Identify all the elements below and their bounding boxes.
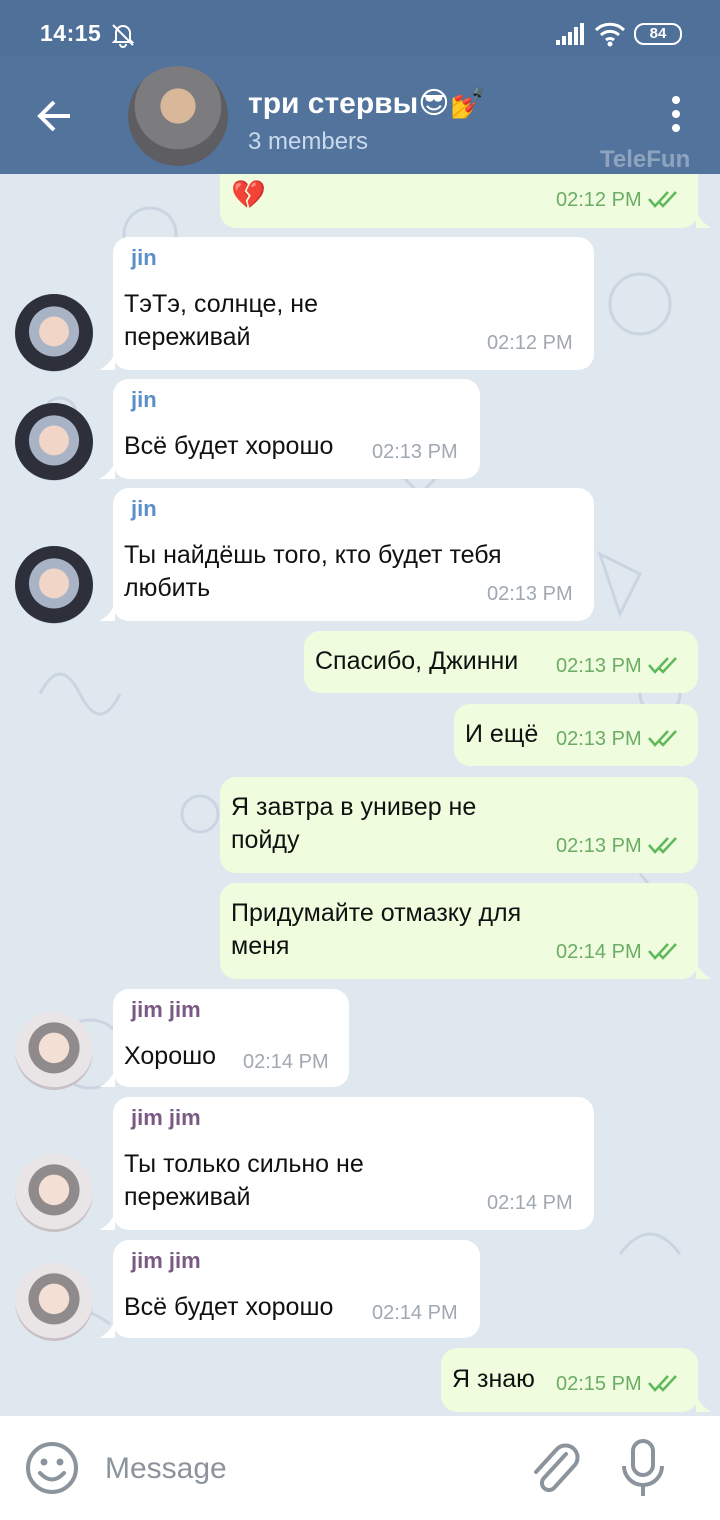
message-bubble-incoming[interactable]: jim jim Ты только сильно не переживай 02… (113, 1097, 594, 1230)
message-text-line: Ты найдёшь того, кто будет тебя (124, 541, 502, 569)
status-time: 14:15 (40, 20, 102, 46)
message-bubble-outgoing[interactable]: 💔 02:12 PM (220, 174, 698, 228)
message-text-line: Я знаю (452, 1365, 535, 1393)
double-check-icon (647, 837, 677, 854)
message-text-line: ТэТэ, солнце, не (124, 290, 319, 318)
message-time: 02:14 PM (556, 941, 680, 964)
message-sender: jim jim (131, 997, 201, 1022)
message-bubble-incoming[interactable]: jin Всё будет хорошо 02:13 PM (113, 379, 480, 479)
message-text-line: переживай (124, 323, 251, 351)
message-time: 02:13 PM (372, 441, 458, 463)
message-time: 02:13 PM (556, 728, 680, 751)
double-check-icon (647, 943, 677, 960)
message-time: 02:13 PM (487, 583, 573, 605)
watermark: TeleFun (600, 146, 691, 173)
message-time: 02:13 PM (556, 835, 680, 858)
more-vert-icon[interactable] (664, 94, 688, 134)
bubble-tail (99, 1212, 115, 1230)
bubble-tail (99, 1320, 115, 1338)
message-bubble-incoming[interactable]: jim jim Всё будет хорошо 02:14 PM (113, 1240, 480, 1338)
message-text-line: Спасибо, Джинни (315, 647, 519, 675)
bell-off-icon (111, 24, 135, 48)
message-text-line: И ещё (465, 720, 539, 748)
message-bubble-outgoing[interactable]: Придумайте отмазку для меня 02:14 PM (220, 883, 698, 979)
paperclip-icon[interactable] (526, 1438, 582, 1498)
message-time: 02:13 PM (556, 655, 680, 678)
avatar-jin[interactable] (15, 546, 93, 624)
bubble-tail (99, 461, 115, 479)
message-text-line: Всё будет хорошо (124, 1293, 334, 1321)
message-input[interactable]: Message (105, 1452, 227, 1486)
avatar-jin[interactable] (15, 294, 93, 372)
message-bubble-incoming[interactable]: jim jim Хорошо 02:14 PM (113, 989, 349, 1087)
avatar-jim[interactable] (15, 1263, 93, 1341)
avatar-jim[interactable] (15, 1012, 93, 1090)
message-sender: jim jim (131, 1248, 201, 1273)
message-bubble-incoming[interactable]: jin ТэТэ, солнце, не переживай 02:12 PM (113, 237, 594, 370)
bubble-tail (696, 1394, 712, 1412)
message-text-line: Придумайте отмазку для (231, 899, 522, 927)
message-sender: jin (131, 496, 157, 521)
message-sender: jim jim (131, 1105, 201, 1130)
message-time: 02:14 PM (243, 1051, 329, 1073)
message-time: 02:12 PM (556, 189, 680, 212)
signal-icon (556, 23, 584, 45)
double-check-icon (647, 191, 677, 208)
chat-title[interactable]: три стервы😎💅 (248, 86, 487, 121)
bubble-tail (99, 603, 115, 621)
message-list[interactable]: 💔 02:12 PM jin ТэТэ, солнце, не пережива… (0, 174, 720, 1416)
status-bar: 14:15 84 (0, 0, 720, 56)
double-check-icon (647, 657, 677, 674)
message-time: 02:15 PM (556, 1373, 680, 1396)
bubble-tail (99, 352, 115, 370)
message-sender: jin (131, 245, 157, 270)
wifi-icon (594, 22, 626, 47)
message-text-line: Хорошо (124, 1042, 217, 1070)
back-arrow-icon[interactable] (34, 96, 74, 136)
message-time: 02:12 PM (487, 332, 573, 354)
message-composer: Message (0, 1416, 720, 1520)
double-check-icon (647, 1375, 677, 1392)
message-emoji: 💔 (231, 179, 266, 210)
avatar-jim[interactable] (15, 1154, 93, 1232)
bubble-tail (696, 961, 712, 979)
message-bubble-outgoing[interactable]: И ещё 02:13 PM (454, 704, 698, 766)
message-bubble-incoming[interactable]: jin Ты найдёшь того, кто будет тебя люби… (113, 488, 594, 621)
bubble-tail (696, 210, 712, 228)
message-text-line: любить (124, 574, 211, 602)
members-count[interactable]: 3 members (248, 128, 368, 156)
microphone-icon[interactable] (618, 1438, 668, 1500)
message-time: 02:14 PM (372, 1302, 458, 1324)
group-avatar[interactable] (128, 66, 228, 166)
message-text-line: Всё будет хорошо (124, 432, 334, 460)
message-sender: jin (131, 387, 157, 412)
message-text-line: меня (231, 932, 290, 960)
message-text-line: переживай (124, 1183, 251, 1211)
double-check-icon (647, 730, 677, 747)
message-bubble-outgoing[interactable]: Спасибо, Джинни 02:13 PM (304, 631, 698, 693)
message-text-line: Ты только сильно не (124, 1150, 364, 1178)
message-text-line: Я завтра в универ не (231, 793, 477, 821)
message-bubble-outgoing[interactable]: Я завтра в универ не пойду 02:13 PM (220, 777, 698, 873)
battery-indicator: 84 (634, 23, 682, 45)
message-time: 02:14 PM (487, 1192, 573, 1214)
message-bubble-outgoing[interactable]: Я знаю 02:15 PM (441, 1348, 698, 1412)
avatar-jin[interactable] (15, 403, 93, 481)
emoji-icon[interactable] (24, 1440, 80, 1496)
message-text-line: пойду (231, 826, 300, 854)
bubble-tail (99, 1069, 115, 1087)
